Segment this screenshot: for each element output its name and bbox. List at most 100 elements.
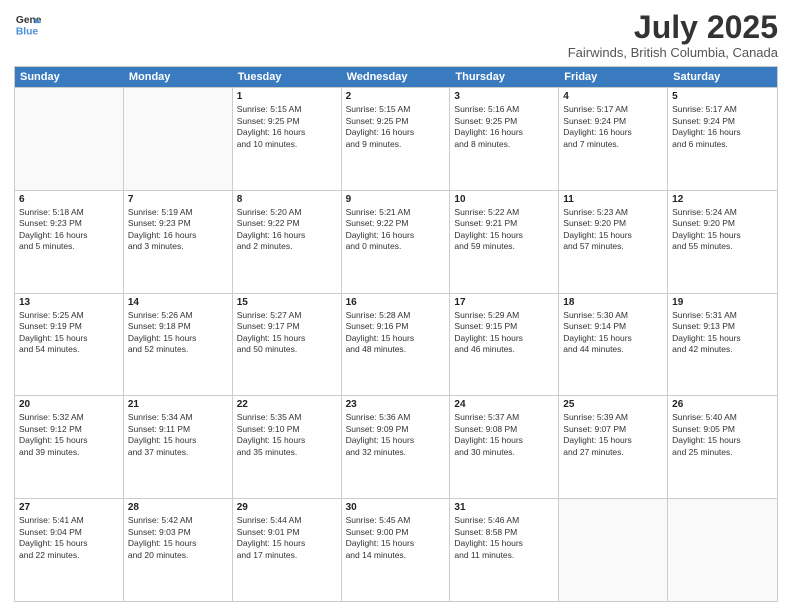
day-number: 21 [128, 399, 228, 410]
day-info: Sunrise: 5:34 AM Sunset: 9:11 PM Dayligh… [128, 412, 228, 458]
day-number: 25 [563, 399, 663, 410]
calendar-cell: 16 Sunrise: 5:28 AM Sunset: 9:16 PM Dayli… [342, 294, 451, 396]
calendar-cell: 27Sunrise: 5:41 AM Sunset: 9:04 PM Dayli… [15, 499, 124, 601]
day-info: Sunrise: 5:37 AM Sunset: 9:08 PM Dayligh… [454, 412, 554, 458]
day-info: Sunrise: 5:25 AM Sunset: 9:19 PM Dayligh… [19, 310, 119, 356]
page: General Blue July 2025 Fairwinds, Britis… [0, 0, 792, 612]
title-block: July 2025 Fairwinds, British Columbia, C… [568, 10, 778, 60]
day-info: Sunrise: 5:15 AM Sunset: 9:25 PM Dayligh… [346, 104, 446, 150]
day-info: Sunrise: 5:42 AM Sunset: 9:03 PM Dayligh… [128, 515, 228, 561]
day-number: 15 [237, 297, 337, 308]
day-info: Sunrise: 5:44 AM Sunset: 9:01 PM Dayligh… [237, 515, 337, 561]
calendar-cell: 7Sunrise: 5:19 AM Sunset: 9:23 PM Daylig… [124, 191, 233, 293]
day-number: 9 [346, 194, 446, 205]
day-number: 5 [672, 91, 773, 102]
day-number: 24 [454, 399, 554, 410]
weekday-header-friday: Friday [559, 67, 668, 87]
calendar-row-1: 6 Sunrise: 5:18 AM Sunset: 9:23 PM Daylig… [15, 190, 777, 293]
day-info: Sunrise: 5:31 AM Sunset: 9:13 PM Dayligh… [672, 310, 773, 356]
calendar-body: 1 Sunrise: 5:15 AM Sunset: 9:25 PM Daylig… [15, 87, 777, 601]
calendar-cell: 12 Sunrise: 5:24 AM Sunset: 9:20 PM Dayli… [668, 191, 777, 293]
calendar-cell: 1 Sunrise: 5:15 AM Sunset: 9:25 PM Daylig… [233, 88, 342, 190]
day-number: 28 [128, 502, 228, 513]
day-number: 3 [454, 91, 554, 102]
day-info: Sunrise: 5:15 AM Sunset: 9:25 PM Dayligh… [237, 104, 337, 150]
weekday-header-saturday: Saturday [668, 67, 777, 87]
day-number: 16 [346, 297, 446, 308]
day-number: 30 [346, 502, 446, 513]
day-info: Sunrise: 5:17 AM Sunset: 9:24 PM Dayligh… [563, 104, 663, 150]
calendar-cell: 23Sunrise: 5:36 AM Sunset: 9:09 PM Dayli… [342, 396, 451, 498]
day-info: Sunrise: 5:32 AM Sunset: 9:12 PM Dayligh… [19, 412, 119, 458]
day-info: Sunrise: 5:35 AM Sunset: 9:10 PM Dayligh… [237, 412, 337, 458]
logo: General Blue [14, 10, 42, 38]
day-info: Sunrise: 5:21 AM Sunset: 9:22 PM Dayligh… [346, 207, 446, 253]
svg-text:Blue: Blue [16, 26, 39, 37]
calendar-cell [668, 499, 777, 601]
day-number: 14 [128, 297, 228, 308]
day-info: Sunrise: 5:29 AM Sunset: 9:15 PM Dayligh… [454, 310, 554, 356]
calendar-row-3: 20 Sunrise: 5:32 AM Sunset: 9:12 PM Dayli… [15, 395, 777, 498]
day-info: Sunrise: 5:17 AM Sunset: 9:24 PM Dayligh… [672, 104, 773, 150]
weekday-header-wednesday: Wednesday [342, 67, 451, 87]
day-info: Sunrise: 5:28 AM Sunset: 9:16 PM Dayligh… [346, 310, 446, 356]
calendar-cell: 21 Sunrise: 5:34 AM Sunset: 9:11 PM Dayli… [124, 396, 233, 498]
calendar-cell: 6 Sunrise: 5:18 AM Sunset: 9:23 PM Daylig… [15, 191, 124, 293]
day-info: Sunrise: 5:40 AM Sunset: 9:05 PM Dayligh… [672, 412, 773, 458]
day-number: 31 [454, 502, 554, 513]
calendar-cell: 5 Sunrise: 5:17 AM Sunset: 9:24 PM Daylig… [668, 88, 777, 190]
calendar-header: SundayMondayTuesdayWednesdayThursdayFrid… [15, 67, 777, 87]
weekday-header-sunday: Sunday [15, 67, 124, 87]
location-subtitle: Fairwinds, British Columbia, Canada [568, 45, 778, 60]
calendar-cell [124, 88, 233, 190]
calendar-cell: 17 Sunrise: 5:29 AM Sunset: 9:15 PM Dayli… [450, 294, 559, 396]
calendar-row-4: 27Sunrise: 5:41 AM Sunset: 9:04 PM Dayli… [15, 498, 777, 601]
calendar-cell: 15Sunrise: 5:27 AM Sunset: 9:17 PM Dayli… [233, 294, 342, 396]
day-info: Sunrise: 5:30 AM Sunset: 9:14 PM Dayligh… [563, 310, 663, 356]
day-number: 20 [19, 399, 119, 410]
calendar: SundayMondayTuesdayWednesdayThursdayFrid… [14, 66, 778, 602]
day-info: Sunrise: 5:18 AM Sunset: 9:23 PM Dayligh… [19, 207, 119, 253]
day-number: 17 [454, 297, 554, 308]
calendar-cell: 18 Sunrise: 5:30 AM Sunset: 9:14 PM Dayli… [559, 294, 668, 396]
calendar-cell: 24 Sunrise: 5:37 AM Sunset: 9:08 PM Dayli… [450, 396, 559, 498]
calendar-cell: 30 Sunrise: 5:45 AM Sunset: 9:00 PM Dayli… [342, 499, 451, 601]
calendar-cell: 31Sunrise: 5:46 AM Sunset: 8:58 PM Dayli… [450, 499, 559, 601]
day-number: 29 [237, 502, 337, 513]
day-info: Sunrise: 5:45 AM Sunset: 9:00 PM Dayligh… [346, 515, 446, 561]
day-info: Sunrise: 5:16 AM Sunset: 9:25 PM Dayligh… [454, 104, 554, 150]
calendar-cell: 2 Sunrise: 5:15 AM Sunset: 9:25 PM Daylig… [342, 88, 451, 190]
day-number: 22 [237, 399, 337, 410]
day-number: 27 [19, 502, 119, 513]
calendar-cell: 28 Sunrise: 5:42 AM Sunset: 9:03 PM Dayli… [124, 499, 233, 601]
header: General Blue July 2025 Fairwinds, Britis… [14, 10, 778, 60]
calendar-cell: 29 Sunrise: 5:44 AM Sunset: 9:01 PM Dayli… [233, 499, 342, 601]
day-info: Sunrise: 5:19 AM Sunset: 9:23 PM Dayligh… [128, 207, 228, 253]
calendar-cell: 3 Sunrise: 5:16 AM Sunset: 9:25 PM Daylig… [450, 88, 559, 190]
weekday-header-thursday: Thursday [450, 67, 559, 87]
day-info: Sunrise: 5:23 AM Sunset: 9:20 PM Dayligh… [563, 207, 663, 253]
calendar-cell: 8Sunrise: 5:20 AM Sunset: 9:22 PM Daylig… [233, 191, 342, 293]
day-number: 10 [454, 194, 554, 205]
day-info: Sunrise: 5:39 AM Sunset: 9:07 PM Dayligh… [563, 412, 663, 458]
calendar-cell: 11Sunrise: 5:23 AM Sunset: 9:20 PM Dayli… [559, 191, 668, 293]
day-number: 18 [563, 297, 663, 308]
calendar-cell: 22 Sunrise: 5:35 AM Sunset: 9:10 PM Dayli… [233, 396, 342, 498]
day-number: 26 [672, 399, 773, 410]
calendar-cell: 20 Sunrise: 5:32 AM Sunset: 9:12 PM Dayli… [15, 396, 124, 498]
day-number: 13 [19, 297, 119, 308]
calendar-cell: 4Sunrise: 5:17 AM Sunset: 9:24 PM Daylig… [559, 88, 668, 190]
day-number: 23 [346, 399, 446, 410]
month-year-title: July 2025 [568, 10, 778, 45]
day-info: Sunrise: 5:22 AM Sunset: 9:21 PM Dayligh… [454, 207, 554, 253]
day-number: 2 [346, 91, 446, 102]
day-number: 12 [672, 194, 773, 205]
day-info: Sunrise: 5:26 AM Sunset: 9:18 PM Dayligh… [128, 310, 228, 356]
calendar-cell: 14 Sunrise: 5:26 AM Sunset: 9:18 PM Dayli… [124, 294, 233, 396]
day-number: 6 [19, 194, 119, 205]
day-number: 1 [237, 91, 337, 102]
day-number: 8 [237, 194, 337, 205]
weekday-header-tuesday: Tuesday [233, 67, 342, 87]
day-info: Sunrise: 5:24 AM Sunset: 9:20 PM Dayligh… [672, 207, 773, 253]
calendar-row-0: 1 Sunrise: 5:15 AM Sunset: 9:25 PM Daylig… [15, 87, 777, 190]
